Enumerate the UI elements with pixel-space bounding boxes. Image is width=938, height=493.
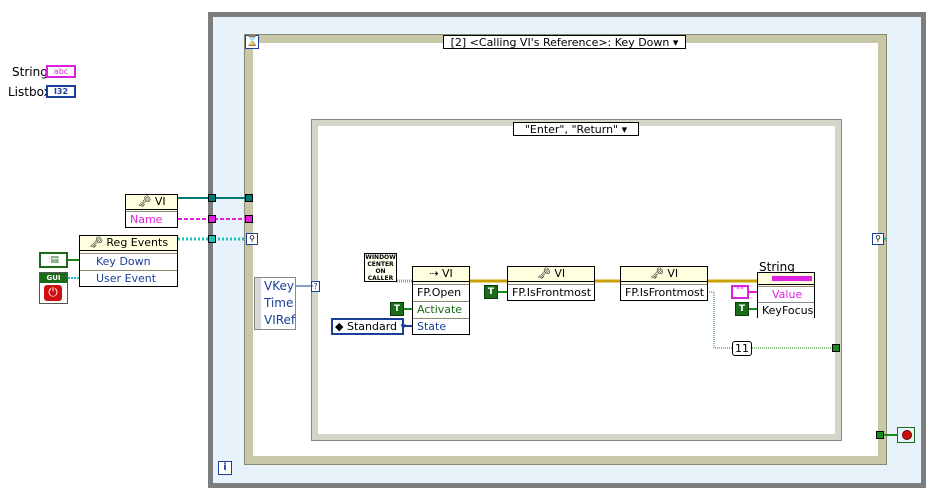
string-type: abc — [53, 67, 69, 76]
reg-events-header: 🗝 Reg Events — [80, 236, 177, 251]
power-icon: ⏻ — [44, 285, 62, 301]
event-reg-terminal-left[interactable]: ⚲ — [246, 233, 258, 245]
vi-ref-property-node[interactable]: 🗝 VI Name — [125, 194, 178, 228]
standard-enum[interactable]: ◆ Standard ▾ — [331, 318, 407, 335]
keyfocus-true-constant[interactable]: T — [735, 302, 749, 316]
reg-events-key-down[interactable]: Key Down — [80, 253, 177, 269]
prop1-header: 🗝 VI — [508, 267, 594, 282]
string-terminal[interactable]: abc — [46, 65, 76, 78]
event-reg-terminal-right[interactable]: ⚲ — [872, 233, 884, 245]
standard-enum-value: Standard — [346, 320, 398, 333]
string-tunnel-loop[interactable] — [208, 215, 216, 223]
reg-events-user-event[interactable]: User Event — [80, 270, 177, 286]
this-vi-constant[interactable]: ⫶▤ — [39, 252, 68, 268]
register-events-node[interactable]: 🗝 Reg Events Key Down User Event — [79, 235, 178, 287]
numeric-constant[interactable]: 11 — [732, 341, 752, 356]
fp-open-activate: Activate — [413, 301, 469, 317]
listbox-terminal[interactable]: I32 — [46, 85, 76, 98]
frontmost-property-node-2[interactable]: 🗝 VI FP.IsFrontmost — [620, 266, 708, 301]
string-ref-icon — [772, 276, 812, 281]
gui-user-event[interactable]: GUI ⏻ — [39, 272, 68, 304]
string-property-node[interactable]: Value KeyFocus — [757, 272, 815, 318]
vi-ref-tunnel-event[interactable] — [245, 194, 253, 202]
event-reg-tunnel-loop[interactable] — [208, 235, 216, 243]
window-center-constant[interactable]: WINDOW CENTER ON CALLER — [364, 253, 397, 282]
string-tunnel-event[interactable] — [245, 215, 253, 223]
fp-open-header: ⇢ VI — [413, 267, 469, 282]
frontmost-true-constant[interactable]: T — [484, 285, 498, 299]
vi-ref-header: 🗝 VI — [126, 195, 177, 210]
bool-tunnel-case[interactable] — [832, 344, 840, 352]
fp-open-invoke-node[interactable]: ⇢ VI FP.Open Activate State — [412, 266, 470, 335]
bool-tunnel-event[interactable] — [876, 431, 884, 439]
string-keyfocus: KeyFocus — [758, 302, 814, 318]
listbox-type: I32 — [53, 87, 69, 96]
empty-string-constant[interactable]: "" — [731, 285, 749, 299]
frontmost-property-node-1[interactable]: 🗝 VI FP.IsFrontmost — [507, 266, 595, 301]
chevron-down-icon[interactable]: ▾ — [401, 320, 407, 333]
vi-ref-tunnel-loop[interactable] — [208, 194, 216, 202]
fp-open-state: State — [413, 318, 469, 334]
prop2-bool-wire — [707, 291, 732, 349]
fp-open-method: FP.Open — [413, 284, 469, 300]
vi-ref-name: Name — [126, 211, 177, 227]
prop1-item: FP.IsFrontmost — [508, 284, 594, 300]
gui-label: GUI — [40, 273, 67, 283]
prop2-header: 🗝 VI — [621, 267, 707, 282]
activate-true-constant[interactable]: T — [390, 302, 404, 316]
string-value: Value — [758, 286, 814, 302]
prop2-item: FP.IsFrontmost — [621, 284, 707, 300]
string-label: String — [12, 65, 48, 79]
listbox-label: Listbox — [8, 85, 51, 99]
